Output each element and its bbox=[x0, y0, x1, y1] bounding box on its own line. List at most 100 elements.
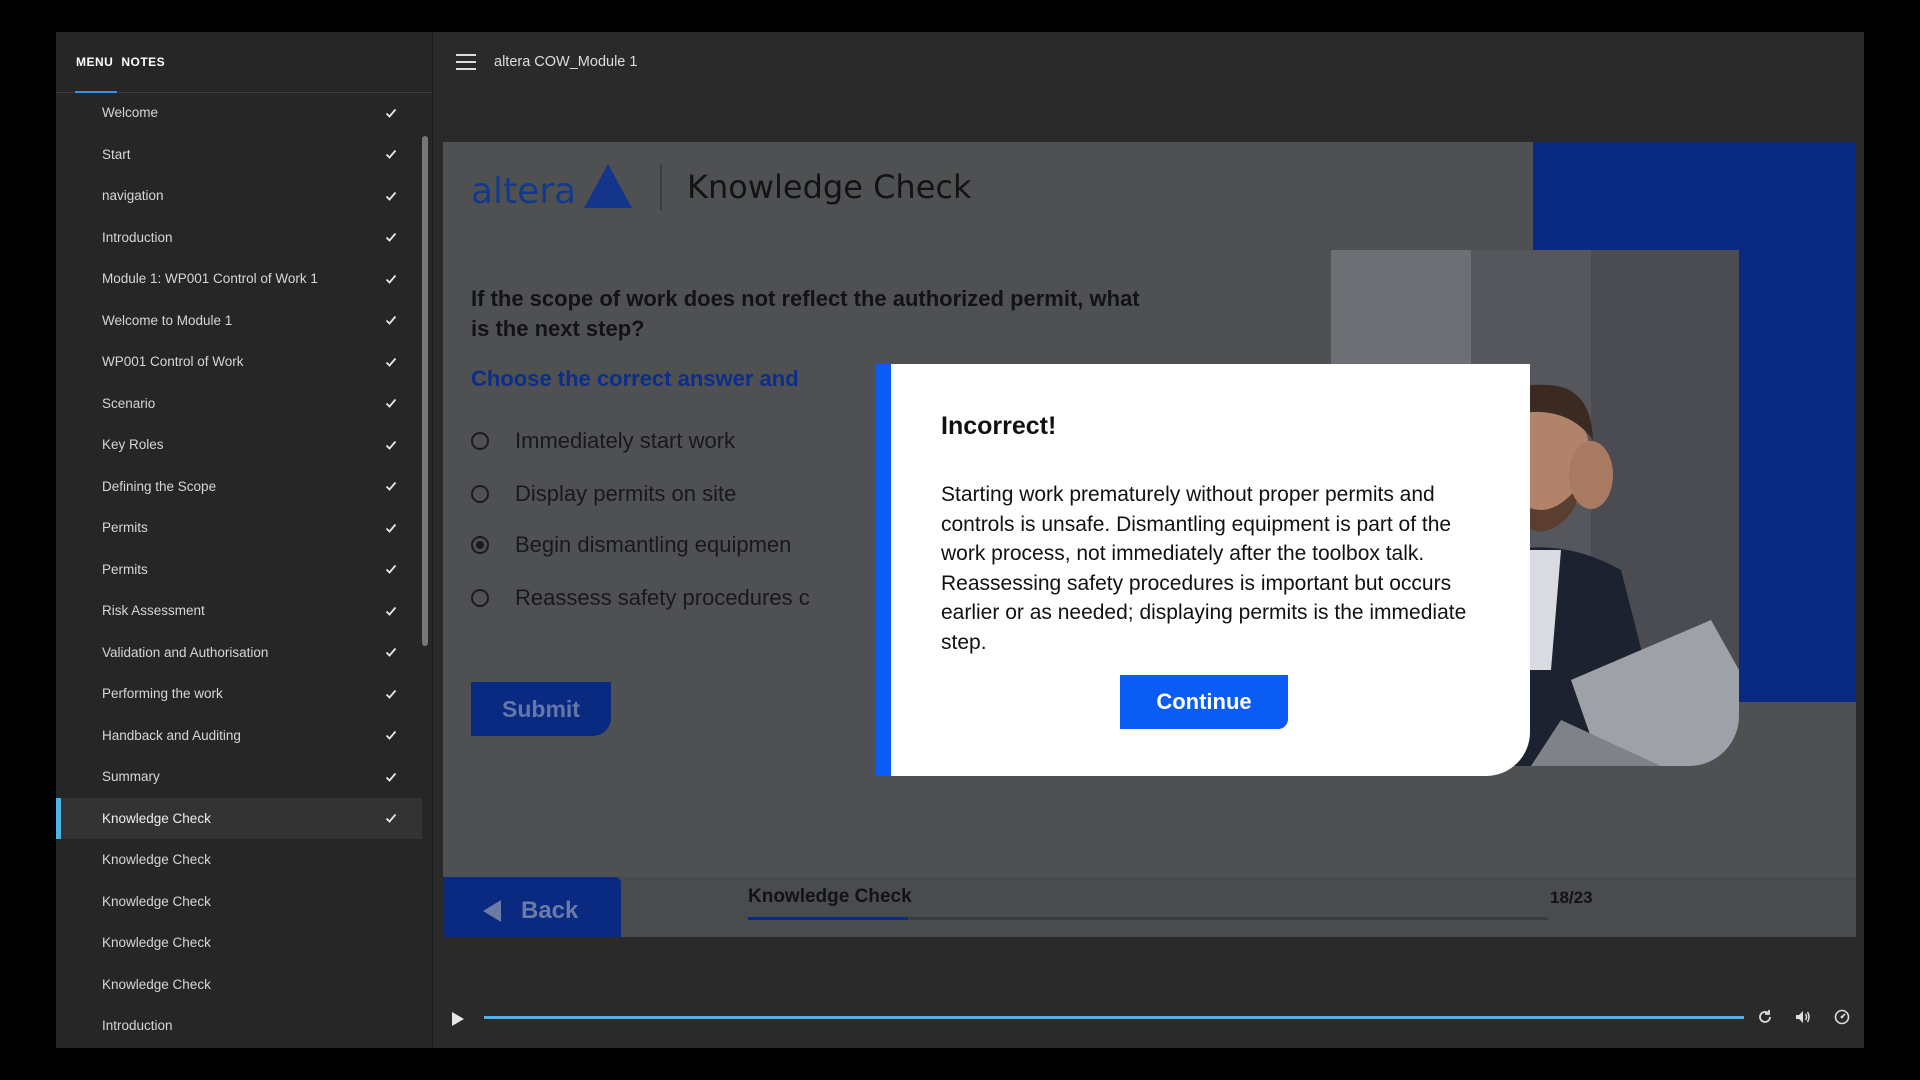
checkmark-icon bbox=[384, 313, 398, 327]
modal-title: Incorrect! bbox=[941, 412, 1057, 440]
sidebar-item-label: Knowledge Check bbox=[102, 852, 211, 868]
submit-button[interactable]: Submit bbox=[471, 682, 611, 736]
sidebar-item[interactable]: Introduction bbox=[56, 217, 422, 259]
sidebar-item-label: Permits bbox=[102, 561, 148, 577]
option-label: Immediately start work bbox=[515, 428, 736, 453]
volume-icon[interactable] bbox=[1794, 1008, 1812, 1026]
question-text: If the scope of work does not reflect th… bbox=[471, 286, 1140, 341]
sidebar-item[interactable]: Scenario bbox=[56, 383, 422, 425]
modal-accent-bar bbox=[876, 364, 891, 776]
sidebar-item-label: Permits bbox=[102, 520, 148, 536]
sidebar-item[interactable]: Summary bbox=[56, 756, 422, 798]
slide-progress-fill bbox=[748, 917, 908, 920]
sidebar-item[interactable]: Performing the work bbox=[56, 673, 422, 715]
radio-button[interactable] bbox=[471, 485, 489, 503]
slide-footer bbox=[443, 877, 1856, 937]
course-title: altera COW_Module 1 bbox=[494, 54, 638, 70]
sidebar-item-label: Performing the work bbox=[102, 686, 223, 702]
checkmark-icon bbox=[384, 479, 398, 493]
sidebar-item[interactable]: Module 1: WP001 Control of Work 1 bbox=[56, 258, 422, 300]
sidebar-item-label: Introduction bbox=[102, 1018, 173, 1034]
continue-button[interactable]: Continue bbox=[1120, 675, 1288, 729]
sidebar-item-label: Scenario bbox=[102, 395, 156, 411]
modal-body: Starting work prematurely without proper… bbox=[941, 483, 1467, 654]
logo-text: altera bbox=[471, 171, 577, 212]
checkmark-icon bbox=[384, 728, 398, 742]
play-icon[interactable] bbox=[452, 1012, 464, 1026]
radio-button[interactable] bbox=[471, 432, 489, 450]
radio-button-selected[interactable] bbox=[471, 536, 489, 554]
footer-title: Knowledge Check bbox=[748, 886, 912, 907]
checkmark-icon bbox=[384, 521, 398, 535]
slide-counter: 18/23 bbox=[1550, 888, 1593, 907]
checkmark-icon bbox=[384, 272, 398, 286]
sidebar-item[interactable]: Knowledge Check bbox=[56, 797, 422, 839]
checkmark-icon bbox=[384, 645, 398, 659]
checkmark-icon bbox=[384, 770, 398, 784]
checkmark-icon bbox=[384, 396, 398, 410]
sidebar: MENU NOTES Welcome Start navigation Introdu… bbox=[56, 32, 433, 1048]
hamburger-menu-icon[interactable] bbox=[456, 54, 476, 70]
tab-menu[interactable]: MENU bbox=[76, 55, 113, 69]
sidebar-item[interactable]: WP001 Control of Work bbox=[56, 341, 422, 383]
sidebar-item-label: Introduction bbox=[102, 229, 173, 245]
back-arrow-icon bbox=[483, 899, 501, 922]
option-label: Reassess safety procedures c bbox=[515, 585, 810, 610]
checkmark-icon bbox=[384, 189, 398, 203]
course-player: MENU NOTES Welcome Start navigation Introdu… bbox=[56, 32, 1864, 1048]
sidebar-item[interactable]: Key Roles bbox=[56, 424, 422, 466]
sidebar-item[interactable]: Defining the Scope bbox=[56, 466, 422, 508]
checkmark-icon bbox=[384, 811, 398, 825]
seek-bar[interactable] bbox=[484, 1016, 1744, 1019]
seek-fill bbox=[484, 1016, 1744, 1019]
sidebar-item[interactable]: Introduction bbox=[56, 1005, 422, 1047]
tab-notes[interactable]: NOTES bbox=[121, 55, 165, 69]
answer-option-4[interactable]: Reassess safety procedures c bbox=[471, 585, 810, 611]
sidebar-item-label: Risk Assessment bbox=[102, 603, 205, 619]
slide-title: Knowledge Check bbox=[687, 168, 972, 206]
sidebar-item-label: Knowledge Check bbox=[102, 893, 211, 909]
answer-option-1[interactable]: Immediately start work bbox=[471, 428, 735, 454]
sidebar-item[interactable]: Welcome bbox=[56, 92, 422, 134]
sidebar-item[interactable]: Knowledge Check bbox=[56, 964, 422, 1006]
sidebar-item[interactable]: Welcome to Module 1 bbox=[56, 300, 422, 342]
sidebar-item[interactable]: Validation and Authorisation bbox=[56, 632, 422, 674]
sidebar-item[interactable]: Knowledge Check bbox=[56, 839, 422, 881]
sidebar-item-label: Knowledge Check bbox=[102, 976, 211, 992]
altera-logo: altera bbox=[471, 164, 633, 212]
sidebar-item-label: Module 1: WP001 Control of Work 1 bbox=[102, 271, 318, 287]
sidebar-item[interactable]: Risk Assessment bbox=[56, 590, 422, 632]
checkmark-icon bbox=[384, 687, 398, 701]
sidebar-item-label: navigation bbox=[102, 188, 164, 204]
sidebar-item[interactable]: Permits bbox=[56, 549, 422, 591]
sidebar-item-label: Handback and Auditing bbox=[102, 727, 241, 743]
logo-triangle-icon bbox=[584, 164, 633, 208]
instruction-text: Choose the correct answer and bbox=[471, 366, 799, 391]
sidebar-tabs: MENU NOTES bbox=[56, 32, 432, 93]
checkmark-icon bbox=[384, 230, 398, 244]
replay-icon[interactable] bbox=[1756, 1008, 1774, 1026]
sidebar-item-label: Welcome bbox=[102, 105, 159, 121]
checkmark-icon bbox=[384, 147, 398, 161]
sidebar-item[interactable]: Start bbox=[56, 134, 422, 176]
menu-list: Welcome Start navigation Introduction Module… bbox=[56, 92, 422, 1048]
checkmark-icon bbox=[384, 106, 398, 120]
radio-button[interactable] bbox=[471, 589, 489, 607]
logo-divider bbox=[660, 164, 662, 210]
sidebar-item[interactable]: Handback and Auditing bbox=[56, 715, 422, 757]
answer-option-2[interactable]: Display permits on site bbox=[471, 481, 736, 507]
sidebar-item[interactable]: Permits bbox=[56, 507, 422, 549]
back-button[interactable]: Back bbox=[443, 877, 621, 937]
speed-icon[interactable] bbox=[1833, 1008, 1851, 1026]
sidebar-item[interactable]: navigation bbox=[56, 175, 422, 217]
sidebar-item-label: Key Roles bbox=[102, 437, 164, 453]
sidebar-item-label: Knowledge Check bbox=[102, 935, 211, 951]
sidebar-scrollbar[interactable] bbox=[422, 136, 428, 646]
sidebar-item[interactable]: Knowledge Check bbox=[56, 881, 422, 923]
sidebar-item-label: Start bbox=[102, 146, 131, 162]
option-label: Begin dismantling equipmen bbox=[515, 532, 792, 557]
answer-option-3[interactable]: Begin dismantling equipmen bbox=[471, 532, 791, 558]
sidebar-item-label: Defining the Scope bbox=[102, 478, 217, 494]
top-bar: altera COW_Module 1 bbox=[432, 32, 1864, 92]
sidebar-item[interactable]: Knowledge Check bbox=[56, 922, 422, 964]
